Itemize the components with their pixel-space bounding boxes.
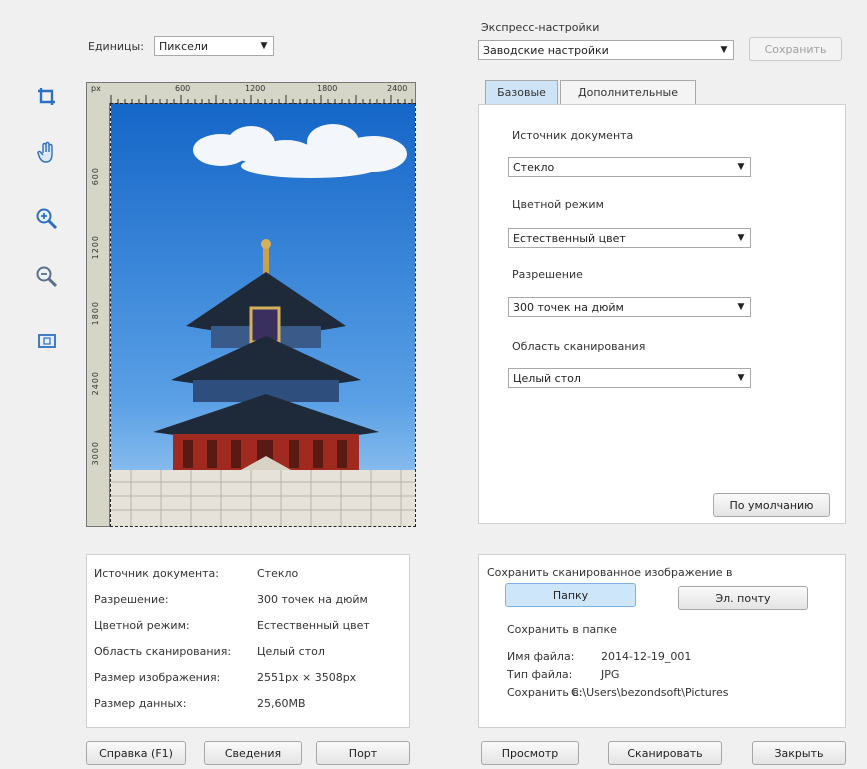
resolution-value: 300 точек на дюйм [513,300,624,314]
ruler-left: 600 1200 1800 2400 3000 [86,103,110,527]
save-to-email-button[interactable]: Эл. почту [678,586,808,610]
save-subtitle: Сохранить в папке [507,623,617,636]
express-settings-label: Экспресс-настройки [481,21,600,34]
color-mode-value: Естественный цвет [513,231,626,245]
save-to-path: C:\Users\bezondsoft\Pictures [571,686,729,699]
units-select[interactable]: Пиксели ▼ [154,36,274,56]
tab-advanced[interactable]: Дополнительные [560,80,696,104]
units-value: Пиксели [159,39,209,53]
scan-button[interactable]: Сканировать [608,741,722,765]
info-key: Цветной режим: [94,619,190,632]
save-preset-button[interactable]: Сохранить [749,37,842,61]
preview-button[interactable]: Просмотр [481,741,579,765]
units-label: Единицы: [88,40,144,53]
ruler-left-tick: 2400 [91,371,100,396]
info-value: Целый стол [257,645,325,658]
source-value: Стекло [513,160,555,174]
resolution-label: Разрешение [512,268,583,281]
default-button[interactable]: По умолчанию [713,493,830,517]
chevron-down-icon: ▼ [260,41,268,51]
ruler-left-tick: 600 [91,167,100,186]
ruler-top-tick: 600 [175,84,191,93]
file-name-value: 2014-12-19_001 [601,650,692,663]
source-label: Источник документа [512,129,634,142]
info-value: Естественный цвет [257,619,370,632]
save-panel [478,554,846,728]
ruler-top-tick: 2400 [387,84,408,93]
scan-area-label: Область сканирования [512,340,646,353]
hand-icon[interactable] [34,140,60,166]
resolution-select[interactable]: 300 точек на дюйм ▼ [508,297,751,317]
close-button[interactable]: Закрыть [752,741,846,765]
color-mode-select[interactable]: Естественный цвет ▼ [508,228,751,248]
zoom-out-icon[interactable] [34,264,60,290]
color-mode-label: Цветной режим [512,198,604,211]
source-select[interactable]: Стекло ▼ [508,157,751,177]
info-key: Область сканирования: [94,645,232,658]
chevron-down-icon: ▼ [737,162,745,172]
info-key: Разрешение: [94,593,169,606]
express-settings-value: Заводские настройки [483,43,609,57]
info-key: Размер изображения: [94,671,221,684]
about-button[interactable]: Сведения [204,741,302,765]
scan-area-select[interactable]: Целый стол ▼ [508,368,751,388]
chevron-down-icon: ▼ [737,233,745,243]
fit-page-icon[interactable] [34,328,60,354]
info-key: Источник документа: [94,567,219,580]
ruler-left-tick: 1800 [91,301,100,326]
ruler-left-tick: 1200 [91,235,100,260]
ruler-top-tick: 1800 [317,84,338,93]
scan-area-value: Целый стол [513,371,581,385]
chevron-down-icon: ▼ [737,373,745,383]
express-settings-select[interactable]: Заводские настройки ▼ [478,40,734,60]
save-title: Сохранить сканированное изображение в [487,566,733,579]
save-to-folder-button[interactable]: Папку [505,583,636,607]
info-value: Стекло [257,567,299,580]
info-value: 25,60MB [257,697,306,710]
scan-preview-image[interactable] [110,103,416,527]
chevron-down-icon: ▼ [720,45,728,55]
ruler-top-tick: 1200 [245,84,266,93]
chevron-down-icon: ▼ [737,302,745,312]
ruler-left-tick: 3000 [91,441,100,466]
help-button[interactable]: Справка (F1) [86,741,186,765]
info-value: 2551px × 3508px [257,671,357,684]
ruler-unit: px [91,84,101,93]
crop-icon[interactable] [34,84,60,110]
file-type-value: JPG [601,668,620,681]
zoom-in-icon[interactable] [34,206,60,232]
file-name-label: Имя файла: [507,650,575,663]
info-key: Размер данных: [94,697,187,710]
tab-basic[interactable]: Базовые [485,80,558,104]
file-type-label: Тип файла: [507,668,573,681]
port-button[interactable]: Порт [316,741,410,765]
info-value: 300 точек на дюйм [257,593,368,606]
ruler-top: px 600 1200 1800 2400 [86,82,416,104]
